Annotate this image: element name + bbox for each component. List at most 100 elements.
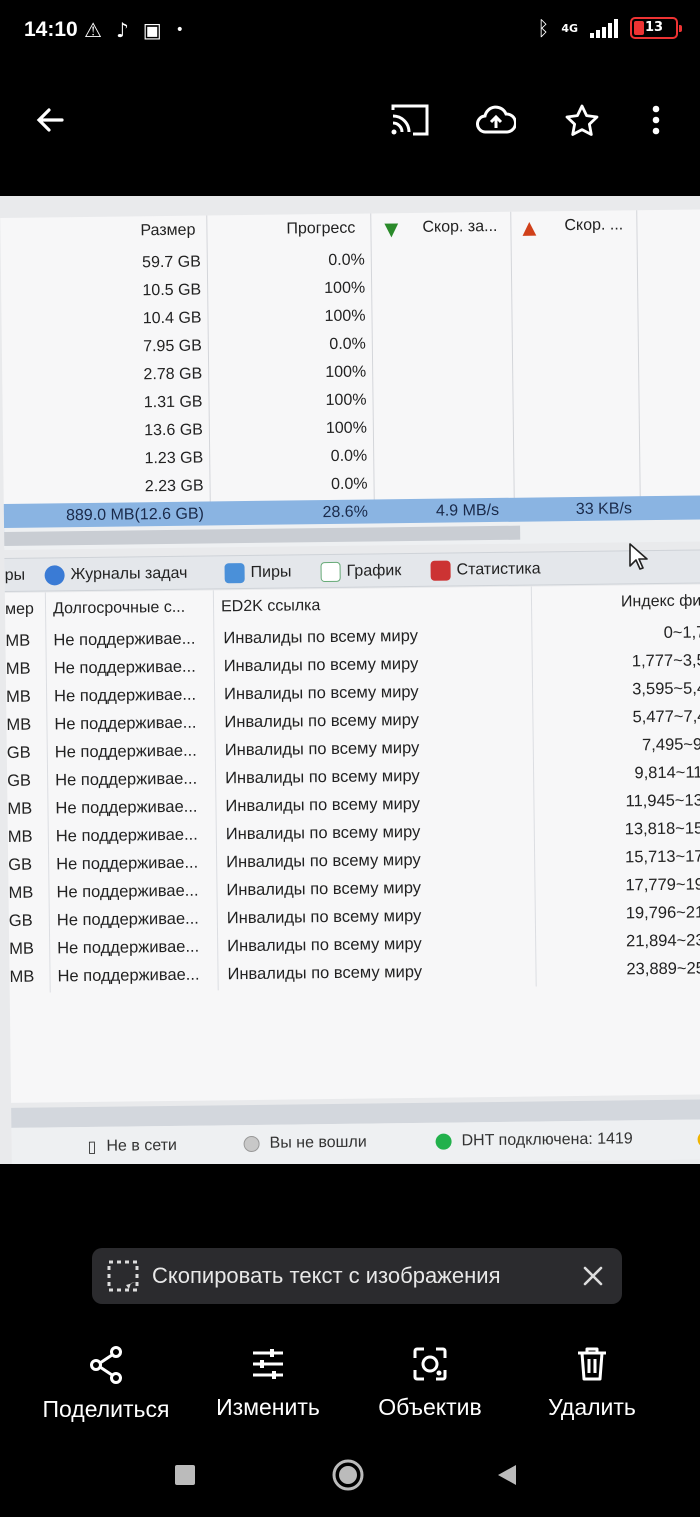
file-longterm: Не поддерживае...: [55, 769, 198, 790]
share-button[interactable]: Поделиться: [26, 1346, 186, 1423]
column-header-size[interactable]: Размер: [140, 222, 195, 253]
lens-icon: [413, 1347, 447, 1381]
bluetooth-icon: ᛒ: [537, 16, 550, 40]
torrent-progress: 0.0%: [329, 335, 366, 353]
tab-task-logs[interactable]: Журналы задач: [44, 561, 188, 589]
copy-text-chip[interactable]: Скопировать текст с изображения: [92, 1248, 622, 1304]
cast-icon[interactable]: [388, 98, 432, 142]
torrent-download-speed: 4.9 MB/s: [435, 501, 500, 520]
file-index: 0~1,7: [663, 623, 700, 642]
file-index: 15,713~17,: [624, 847, 700, 867]
torrent-progress: 0.0%: [328, 251, 365, 269]
edit-button[interactable]: Изменить: [188, 1346, 348, 1421]
column-header-longterm[interactable]: Долгосрочные с...: [53, 599, 185, 619]
login-status-text: Вы не вошли: [269, 1133, 367, 1152]
torrent-size: 7.95 GB: [143, 337, 202, 356]
file-longterm: Не поддерживае...: [54, 685, 197, 706]
file-unit: MB: [9, 939, 35, 958]
tab-statistics[interactable]: Статистика: [430, 556, 541, 583]
torrent-progress: 100%: [324, 307, 366, 326]
file-unit: GB: [7, 771, 32, 790]
share-icon: [90, 1346, 122, 1384]
star-icon[interactable]: [560, 98, 604, 142]
tab-graph[interactable]: График: [320, 558, 401, 585]
battery-saver-icon: ▣: [142, 18, 162, 42]
file-ed2k: Инвалиды по всему миру: [226, 850, 421, 872]
more-options-icon[interactable]: [634, 98, 678, 142]
peers-icon: [224, 563, 245, 584]
column-header-download-speed[interactable]: Скор. за...: [422, 218, 497, 249]
top-app-bar: [0, 64, 700, 176]
file-ed2k: Инвалиды по всему миру: [225, 794, 421, 816]
lens-label: Объектив: [378, 1394, 482, 1420]
trash-icon: [578, 1347, 606, 1381]
info-icon: [44, 565, 65, 586]
signal-icon: [590, 18, 618, 38]
delete-button[interactable]: Удалить: [512, 1346, 672, 1421]
column-header-index[interactable]: Индекс фи: [621, 592, 700, 611]
file-index: 23,889~25,: [626, 959, 700, 979]
file-unit: MB: [7, 799, 33, 818]
file-ed2k: Инвалиды по всему миру: [224, 738, 420, 760]
file-index: 21,894~23,: [625, 931, 700, 951]
back-icon[interactable]: [496, 1463, 518, 1487]
file-unit: GB: [6, 743, 31, 762]
scrollbar-thumb[interactable]: [4, 525, 521, 546]
file-index: 7,495~9,: [641, 735, 700, 755]
tab-peers[interactable]: Пиры: [224, 559, 292, 586]
file-longterm: Не поддерживае...: [57, 937, 200, 958]
lens-button[interactable]: Объектив: [350, 1346, 510, 1421]
file-longterm: Не поддерживае...: [55, 797, 198, 818]
status-right-icons: ᛒ 4G 13: [537, 16, 682, 40]
file-index: 1,777~3,5: [631, 651, 700, 671]
torrent-size: 2.23 GB: [144, 477, 204, 496]
file-index: 9,814~11,: [634, 763, 700, 783]
network-status: ▯ Не в сети: [88, 1136, 178, 1157]
photo-viewer[interactable]: Размер Прогресс ▼ Скор. за... ▲ Скор. ..…: [0, 196, 700, 1164]
file-ed2k: Инвалиды по всему миру: [225, 766, 420, 788]
tab-partial[interactable]: ры: [4, 563, 26, 589]
torrent-size: 889.0 MB(12.6 GB): [65, 505, 205, 525]
file-longterm: Не поддерживае...: [53, 629, 196, 650]
file-longterm: Не поддерживае...: [54, 713, 197, 734]
file-longterm: Не поддерживае...: [53, 657, 196, 678]
recents-icon[interactable]: [174, 1464, 196, 1486]
file-list: мер Долгосрочные с... ED2K ссылка Индекс…: [4, 583, 700, 1103]
dht-status: DHT подключена: 1419: [435, 1130, 633, 1150]
torrent-size: 10.5 GB: [142, 281, 202, 300]
download-arrow-icon: ▼: [384, 219, 399, 241]
battery-level: 13: [644, 20, 664, 35]
status-bar: 14:10 ⚠ ♪ ▣ • ᛒ 4G 13: [0, 0, 700, 64]
statistics-icon: [430, 560, 451, 581]
torrent-progress: 100%: [325, 363, 367, 382]
column-header-progress[interactable]: Прогресс: [286, 220, 355, 251]
file-unit: MB: [6, 715, 32, 734]
file-index: 11,945~13,: [625, 791, 700, 811]
network-status-text: Не в сети: [106, 1136, 178, 1155]
file-ed2k: Инвалиды по всему миру: [226, 878, 422, 900]
file-longterm: Не поддерживае...: [56, 909, 199, 930]
copy-text-label: Скопировать текст с изображения: [152, 1263, 501, 1288]
file-index: 5,477~7,4: [632, 707, 700, 727]
system-nav-bar: [0, 1442, 700, 1517]
column-header-unit[interactable]: мер: [5, 601, 34, 619]
battery-icon: 13: [630, 17, 682, 39]
network-type: 4G: [561, 21, 578, 35]
delete-label: Удалить: [548, 1394, 636, 1420]
close-icon[interactable]: [582, 1265, 604, 1287]
column-header-ed2k[interactable]: ED2K ссылка: [221, 597, 321, 616]
cloud-upload-icon[interactable]: [474, 98, 518, 142]
column-header-upload-speed[interactable]: Скор. ...: [564, 216, 623, 247]
back-arrow-icon[interactable]: [28, 98, 72, 142]
tab-label: Статистика: [456, 560, 541, 579]
file-index: 3,595~5,4: [632, 679, 700, 699]
torrent-progress: 0.0%: [330, 447, 368, 465]
home-icon[interactable]: [331, 1458, 365, 1492]
file-unit: MB: [9, 967, 35, 986]
file-unit: MB: [5, 659, 31, 678]
torrent-size: 10.4 GB: [142, 309, 202, 328]
torrent-size: 1.23 GB: [144, 449, 204, 468]
file-unit: GB: [8, 911, 33, 930]
login-status: Вы не вошли: [243, 1133, 367, 1154]
file-unit: MB: [7, 827, 33, 846]
